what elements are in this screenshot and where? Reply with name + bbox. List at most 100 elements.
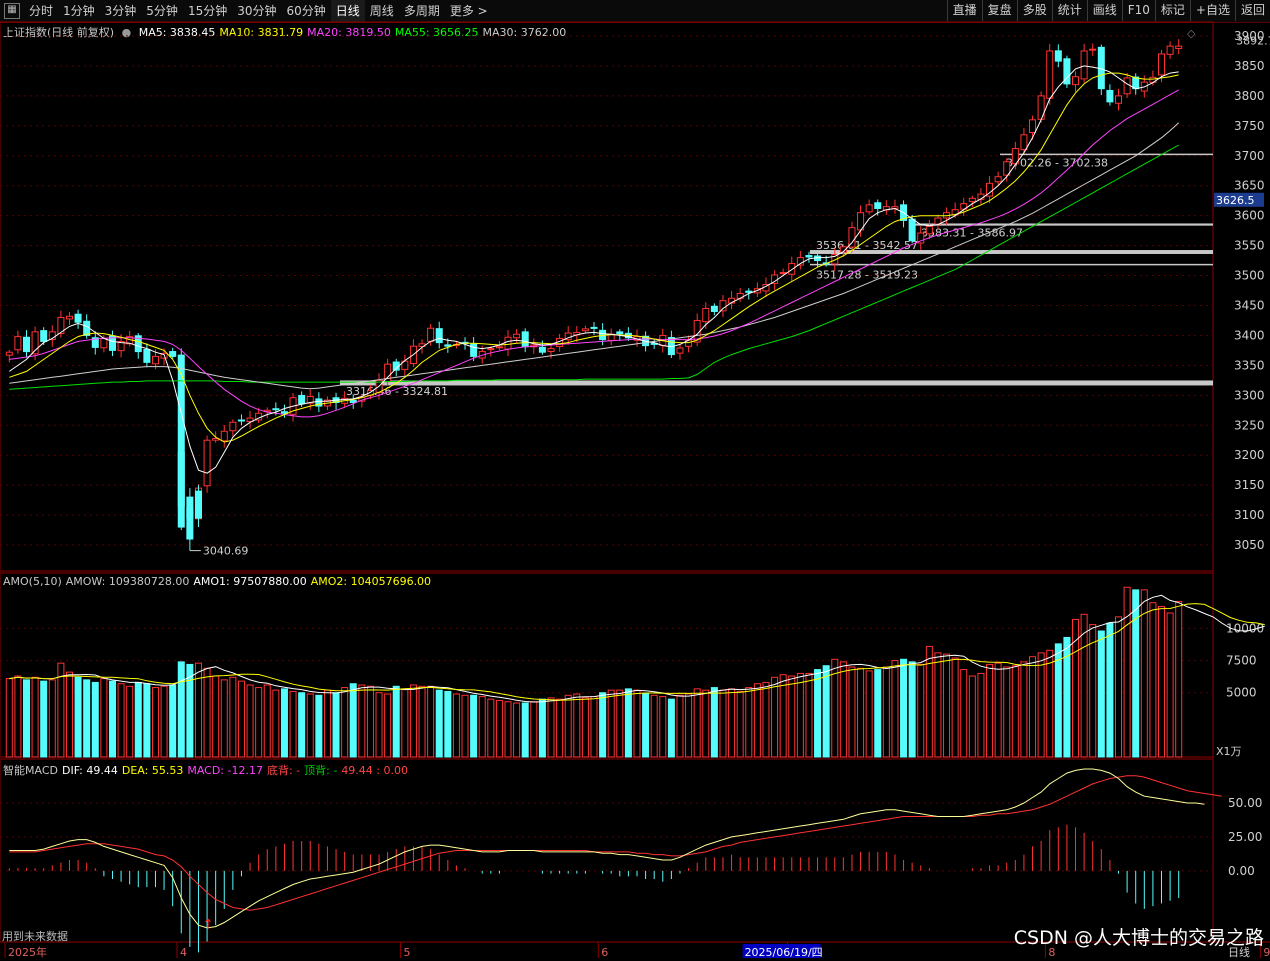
amo-bar xyxy=(607,689,615,758)
price-tick-label: 3200 xyxy=(1234,448,1265,462)
price-tick-label: 3600 xyxy=(1234,209,1265,223)
price-tick-label: 3400 xyxy=(1234,328,1265,342)
amo-bar xyxy=(40,680,48,758)
amo-bar xyxy=(289,690,297,758)
amo-bar xyxy=(65,671,73,758)
candle-body xyxy=(1046,50,1054,99)
candle-body xyxy=(220,430,228,442)
candle-body xyxy=(495,346,503,349)
support-band-label-4: 3316.46 - 3324.81 xyxy=(346,385,448,398)
candle-body xyxy=(22,336,31,353)
candle-body xyxy=(521,331,529,348)
amo-tick-label: 5000 xyxy=(1226,686,1257,700)
candle-body xyxy=(1115,95,1123,104)
candle-body xyxy=(848,227,856,248)
amo-bar xyxy=(194,662,202,758)
amo-bar xyxy=(246,684,254,758)
support-band-label-3: 3517.28 - 3519.23 xyxy=(816,269,918,282)
candle-body xyxy=(435,328,443,344)
amo-bar xyxy=(504,701,512,758)
amo-bar xyxy=(908,661,916,758)
amo-bar xyxy=(1157,606,1166,758)
price-tick-label: 3550 xyxy=(1234,239,1265,253)
amo-bar xyxy=(917,663,925,758)
candle-body xyxy=(994,176,1002,183)
amo-bar xyxy=(83,679,91,758)
future-data-note: 用到未来数据 xyxy=(2,929,68,943)
price-tick-label: 3750 xyxy=(1234,119,1265,133)
csdn-watermark: CSDN @人大博士的交易之路 xyxy=(1013,927,1264,949)
amo-bar xyxy=(685,693,693,758)
macd-dea-line xyxy=(9,775,1222,911)
amo-bar xyxy=(934,652,942,758)
candle-body xyxy=(1080,50,1088,80)
amo-bar xyxy=(762,681,770,758)
candle-body xyxy=(779,272,787,275)
amo-bar xyxy=(1011,665,1019,758)
amo-bar xyxy=(977,672,985,758)
amo-bar xyxy=(126,685,134,758)
amo-bar xyxy=(100,678,108,758)
amo-bar xyxy=(401,688,409,758)
low-label: 3040.69 xyxy=(203,545,249,558)
amo-bar xyxy=(1003,666,1011,758)
amo-bar xyxy=(943,653,951,758)
amo-bar xyxy=(650,694,658,758)
time-tick-label: 6 xyxy=(601,946,608,959)
amo-bar xyxy=(616,689,624,758)
amo-bar xyxy=(659,696,667,758)
amo-bar xyxy=(203,667,211,758)
amo-bar xyxy=(169,684,177,758)
candle-body xyxy=(272,408,280,411)
amo-bar xyxy=(951,657,959,758)
amo-bar xyxy=(117,683,125,758)
amo-bar xyxy=(495,699,503,758)
amo-bar xyxy=(5,678,13,758)
amo-bar xyxy=(848,666,856,758)
price-tick-label: 3300 xyxy=(1234,388,1265,402)
price-tick-label: 3800 xyxy=(1234,89,1265,103)
amo-bar xyxy=(1097,630,1105,758)
candle-body xyxy=(1029,119,1037,134)
candle-body xyxy=(1054,50,1062,62)
macd-pane-frame xyxy=(0,758,1214,943)
selected-date-label: 2025/06/19/四 xyxy=(745,946,823,959)
amo-bar xyxy=(1072,618,1080,758)
amo-bar xyxy=(272,689,280,758)
candle-body xyxy=(143,348,151,363)
price-tick-label: 3100 xyxy=(1234,508,1265,522)
candle-body xyxy=(470,343,478,357)
amo-bar xyxy=(341,687,349,758)
amo-bar xyxy=(710,687,718,758)
amo-bar xyxy=(444,690,452,758)
amo-bar xyxy=(538,698,546,758)
amo-bar xyxy=(263,684,271,758)
kline-chart[interactable]: 3050 3100 3150 3200 3250 3300 3350 3400 3450 3500… xyxy=(0,0,1270,961)
amo-bar xyxy=(487,698,495,758)
amo-bar xyxy=(91,681,99,758)
price-tick-label: 3500 xyxy=(1234,269,1265,283)
amo-bar xyxy=(728,688,736,758)
amo-bar xyxy=(994,662,1002,758)
amo-bar xyxy=(624,688,632,758)
candle-body xyxy=(203,439,211,487)
candle-body xyxy=(702,307,710,323)
candle-body xyxy=(805,255,813,258)
amo-bar xyxy=(581,697,589,758)
support-band-1 xyxy=(915,223,1213,226)
amo-bar xyxy=(633,689,641,758)
amo-unit-label: X1万 xyxy=(1216,745,1242,758)
candle-body xyxy=(427,327,435,342)
amo-bar xyxy=(960,669,968,758)
amo-bar xyxy=(513,702,521,758)
candle-body xyxy=(74,313,82,323)
candle-body xyxy=(1123,77,1131,95)
candle-body xyxy=(65,315,73,320)
time-tick-label: 9 xyxy=(1263,946,1270,959)
amo-bar xyxy=(676,694,684,758)
macd-tick-label: 0.00 xyxy=(1228,864,1255,878)
candle-body xyxy=(504,336,512,350)
amo-bar xyxy=(237,680,245,758)
candle-body xyxy=(710,305,718,312)
candle-body xyxy=(676,347,684,354)
